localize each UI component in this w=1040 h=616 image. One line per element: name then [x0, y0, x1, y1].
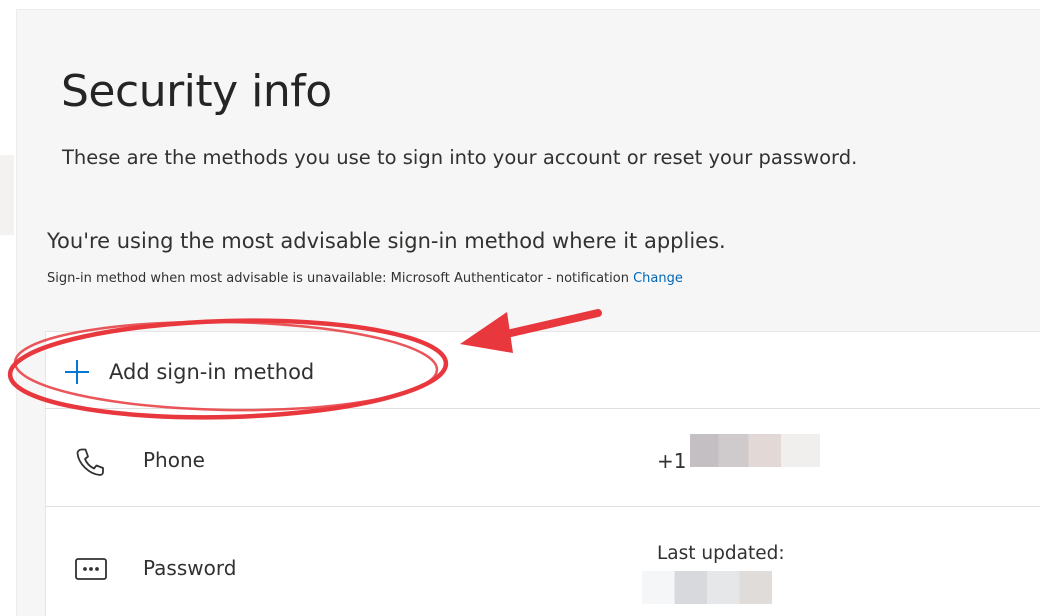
left-strip — [0, 9, 16, 615]
add-sign-in-method-button[interactable]: Add sign-in method — [45, 331, 1040, 409]
redacted-last-updated-date — [642, 571, 772, 604]
method-name-phone: Phone — [143, 448, 205, 472]
password-icon — [75, 558, 107, 584]
top-strip — [0, 0, 1040, 9]
plus-icon — [65, 360, 89, 384]
fallback-method-label: Sign-in method when most advisable is un… — [47, 271, 629, 286]
left-nav-edge — [0, 155, 14, 235]
method-row-password: Password Last updated: — [45, 507, 1040, 615]
password-last-updated-label: Last updated: — [657, 543, 785, 564]
method-name-password: Password — [143, 556, 237, 580]
fallback-method-text: Sign-in method when most advisable is un… — [47, 271, 683, 286]
advisable-method-status: You're using the most advisable sign-in … — [47, 229, 726, 253]
add-sign-in-method-label: Add sign-in method — [109, 360, 315, 384]
phone-number-prefix: +1 — [657, 449, 687, 473]
phone-icon — [75, 447, 105, 481]
page-title: Security info — [61, 66, 332, 117]
redacted-phone-number — [690, 434, 820, 467]
method-row-phone: Phone +1 — [45, 409, 1040, 507]
page-subtitle: These are the methods you use to sign in… — [62, 146, 858, 169]
change-default-method-link[interactable]: Change — [633, 271, 683, 286]
